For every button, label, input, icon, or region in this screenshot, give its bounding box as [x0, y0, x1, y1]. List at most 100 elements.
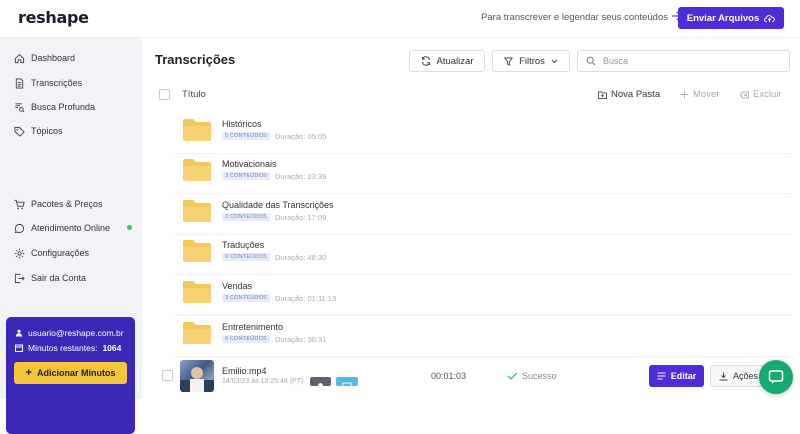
page-title: Transcrições: [155, 52, 236, 67]
folder-name: Qualidade das Transcrições: [222, 200, 334, 210]
actions-label: Ações: [733, 371, 759, 381]
transcript-badge: [310, 377, 331, 388]
sidebar-item-label: Busca Profunda: [31, 102, 96, 112]
sidebar-item-label: Transcrições: [31, 78, 83, 88]
new-folder-button[interactable]: Nova Pasta: [598, 89, 660, 100]
video-thumbnail[interactable]: [180, 360, 214, 392]
folder-name: Entretenimento: [222, 322, 284, 332]
folder-duration: Duração: 23:39: [275, 172, 327, 181]
folder-row[interactable]: Vendas 3 CONTEÚDOS Duração: 01:11:13: [174, 275, 790, 316]
folder-duration: Duração: 30:31: [275, 335, 327, 344]
upload-cloud-icon: [764, 14, 776, 22]
search-doc-icon: [15, 102, 25, 112]
folder-icon: [183, 322, 211, 344]
edit-button[interactable]: Editar: [649, 365, 704, 387]
folder-row[interactable]: Qualidade das Transcrições 3 CONTEÚDOS D…: [174, 194, 790, 235]
filter-label: Filtros: [519, 55, 545, 67]
user-icon: [15, 329, 23, 337]
sidebar-item-configuracoes[interactable]: Configurações: [14, 245, 132, 261]
search-input[interactable]: [603, 56, 773, 66]
file-name: Emilio.mp4: [222, 366, 267, 376]
folder-duration: Duração: 01:11:13: [275, 294, 337, 303]
search-field[interactable]: [577, 50, 790, 72]
top-bar: reshape Para transcrever e legendar seus…: [0, 0, 800, 38]
edit-label: Editar: [670, 371, 697, 381]
content-count-badge: 5 CONTEÚDOS: [222, 132, 270, 140]
add-minutes-button[interactable]: + Adicionar Minutos: [14, 362, 127, 384]
file-status: Sucesso: [507, 371, 557, 381]
chat-bubble-icon: [768, 370, 784, 384]
chat-icon: [14, 223, 25, 233]
move-label: Mover: [693, 89, 720, 100]
gear-icon: [14, 248, 25, 258]
folder-icon: [183, 119, 211, 141]
sidebar-item-dashboard[interactable]: Dashboard: [14, 50, 132, 66]
send-files-button[interactable]: Enviar Arquivos: [678, 7, 784, 29]
content-count-badge: 3 CONTEÚDOS: [222, 213, 270, 221]
plus-icon: +: [25, 367, 32, 379]
chevron-down-icon: [551, 59, 558, 63]
folder-name: Vendas: [222, 281, 253, 291]
folder-name: Traduções: [222, 240, 265, 250]
sidebar-item-topicos[interactable]: Tópicos: [14, 123, 132, 139]
sidebar-item-label: Sair da Conta: [31, 273, 87, 283]
delete-icon: [740, 90, 749, 99]
select-all-checkbox[interactable]: [159, 89, 170, 100]
download-icon: [719, 372, 728, 380]
delete-button[interactable]: Excluir: [740, 89, 782, 100]
home-icon: [14, 53, 25, 63]
send-files-label: Enviar Arquivos: [686, 12, 760, 24]
file-duration: 00:01:03: [431, 371, 467, 381]
folder-plus-icon: [598, 90, 607, 99]
sidebar-item-label: Tópicos: [31, 126, 63, 136]
sidebar-item-busca-profunda[interactable]: Busca Profunda: [14, 99, 132, 115]
folder-icon: [183, 159, 211, 181]
folder-row[interactable]: Entretenimento 9 CONTEÚDOS Duração: 30:3…: [174, 316, 790, 357]
account-panel: usuario@reshape.com.br Minutos restantes…: [6, 317, 135, 434]
file-row[interactable]: Emilio.mp4 14/03/23 às 13:25:48 (PT) 00:…: [155, 356, 800, 399]
folder-name: Motivacionais: [222, 159, 277, 169]
add-minutes-label: Adicionar Minutos: [36, 368, 116, 378]
status-label: Sucesso: [522, 371, 557, 381]
logo[interactable]: reshape: [18, 8, 89, 27]
chat-support-button[interactable]: [759, 360, 793, 394]
account-email: usuario@reshape.com.br: [15, 328, 124, 338]
refresh-button[interactable]: Atualizar: [409, 50, 485, 72]
move-button[interactable]: Mover: [680, 89, 719, 100]
sidebar-item-sair[interactable]: Sair da Conta: [14, 270, 132, 286]
sidebar-item-label: Dashboard: [31, 53, 76, 63]
file-checkbox[interactable]: [162, 370, 173, 381]
list-edit-icon: [657, 372, 666, 380]
content-count-badge: 9 CONTEÚDOS: [222, 253, 270, 261]
folder-duration: Duração: 17:09: [275, 213, 327, 222]
check-icon: [507, 372, 518, 380]
move-icon: [680, 90, 689, 99]
sidebar: Dashboard Transcrições Busca Profunda Tó…: [0, 38, 142, 434]
sidebar-item-pacotes[interactable]: Pacotes & Preços: [14, 196, 132, 212]
refresh-icon: [421, 56, 430, 66]
new-folder-label: Nova Pasta: [611, 89, 661, 100]
folder-row[interactable]: Traduções 9 CONTEÚDOS Duração: 48:30: [174, 234, 790, 275]
sidebar-item-atendimento[interactable]: Atendimento Online: [14, 220, 132, 236]
content-count-badge: 3 CONTEÚDOS: [222, 172, 270, 180]
tag-icon: [14, 126, 25, 137]
promo-text: Para transcrever e legendar seus conteúd…: [481, 12, 668, 23]
folder-row[interactable]: Históricos 5 CONTEÚDOS Duração: 05:05: [174, 113, 790, 154]
folder-icon: [183, 240, 211, 262]
sidebar-item-transcricoes[interactable]: Transcrições: [14, 75, 132, 91]
sidebar-item-label: Atendimento Online: [31, 223, 111, 233]
folder-icon: [183, 281, 211, 303]
delete-label: Excluir: [753, 89, 782, 100]
folder-duration: Duração: 05:05: [275, 132, 327, 141]
filter-icon: [504, 56, 514, 66]
folder-row[interactable]: Motivacionais 3 CONTEÚDOS Duração: 23:39: [174, 153, 790, 194]
sidebar-item-label: Pacotes & Preços: [31, 199, 103, 209]
content-count-badge: 3 CONTEÚDOS: [222, 294, 270, 302]
calendar-icon: [15, 344, 23, 352]
filter-button[interactable]: Filtros: [492, 50, 570, 72]
column-header-title: Título: [182, 89, 206, 100]
minutes-value: 1064: [102, 343, 122, 353]
file-date: 14/03/23 às 13:25:48 (PT): [222, 378, 304, 385]
logout-icon: [14, 273, 25, 283]
folder-name: Históricos: [222, 119, 262, 129]
